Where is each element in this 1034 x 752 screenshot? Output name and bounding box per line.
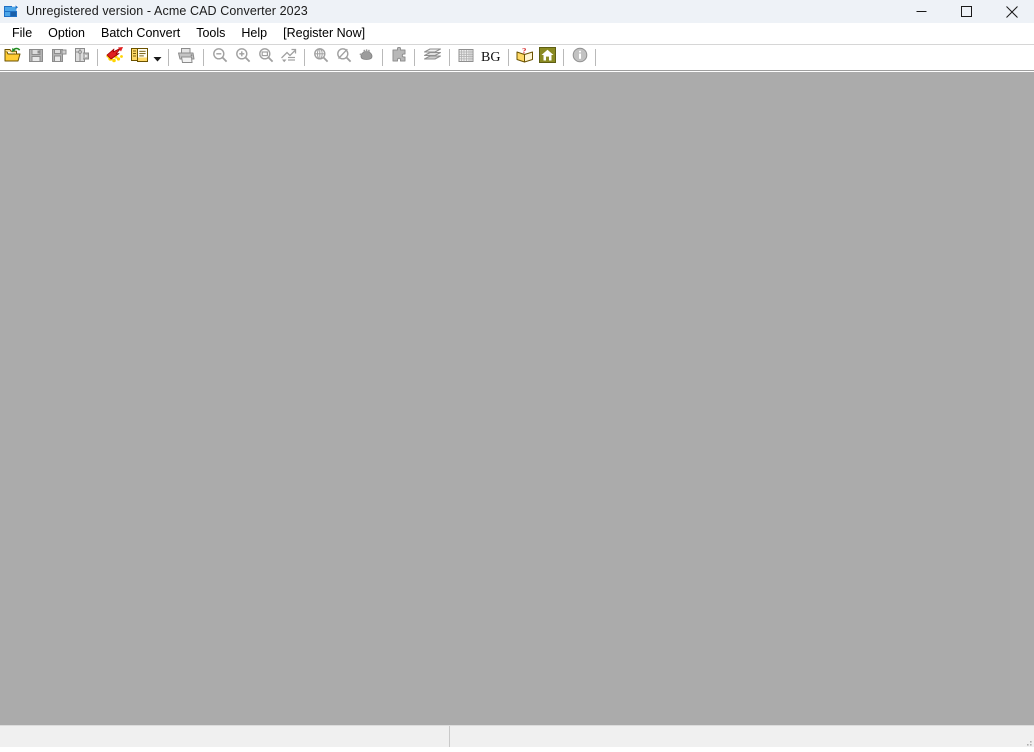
menu-batch-convert[interactable]: Batch Convert	[93, 23, 188, 44]
menu-register-now[interactable]: [Register Now]	[275, 23, 373, 44]
menu-help[interactable]: Help	[233, 23, 275, 44]
open-file-icon	[4, 47, 22, 68]
print-button[interactable]	[173, 46, 199, 69]
home-icon	[539, 47, 556, 68]
help-book-button[interactable]: ?	[513, 46, 536, 69]
application-window: Unregistered version - Acme CAD Converte…	[0, 0, 1034, 747]
toolbar: BG ?	[0, 44, 1034, 71]
batch-convert-dropdown-button[interactable]	[151, 46, 164, 69]
window-title: Unregistered version - Acme CAD Converte…	[26, 0, 308, 23]
zoom-all-icon	[313, 47, 329, 68]
title-bar: Unregistered version - Acme CAD Converte…	[0, 0, 1034, 23]
export-button[interactable]	[70, 46, 93, 69]
minimize-button[interactable]	[899, 0, 944, 23]
grid-background-icon	[458, 48, 474, 68]
about-info-button[interactable]	[568, 46, 591, 69]
zoom-out-button[interactable]	[208, 46, 231, 69]
svg-text:?: ?	[522, 47, 526, 56]
batch-convert-button[interactable]	[128, 46, 151, 69]
save-as-button[interactable]	[47, 46, 70, 69]
open-file-button[interactable]	[1, 46, 24, 69]
status-right-pane	[449, 726, 1034, 747]
export-icon	[74, 47, 90, 68]
toolbar-separator	[508, 49, 509, 66]
pan-button[interactable]	[355, 46, 378, 69]
cad-converter-app-icon	[3, 4, 19, 20]
batch-convert-icon	[131, 47, 149, 68]
layers-button[interactable]	[419, 46, 445, 69]
background-color-label[interactable]: BG	[477, 46, 504, 69]
zoom-extents-button[interactable]	[277, 46, 300, 69]
menu-tools[interactable]: Tools	[188, 23, 233, 44]
maximize-button[interactable]	[944, 0, 989, 23]
toolbar-separator	[449, 49, 450, 66]
save-button[interactable]	[24, 46, 47, 69]
zoom-extents-icon	[280, 47, 297, 68]
zoom-window-button[interactable]	[254, 46, 277, 69]
window-controls	[899, 0, 1034, 23]
about-info-icon	[572, 47, 588, 68]
drawing-canvas[interactable]	[0, 71, 1034, 725]
help-book-icon: ?	[516, 47, 534, 68]
menu-bar: File Option Batch Convert Tools Help [Re…	[0, 23, 1034, 44]
save-as-icon	[51, 47, 67, 68]
toolbar-separator	[414, 49, 415, 66]
zoom-window-icon	[258, 47, 274, 68]
toolbar-separator	[168, 49, 169, 66]
status-bar	[0, 725, 1034, 747]
zoom-all-button[interactable]	[309, 46, 332, 69]
chevron-down-icon	[153, 49, 162, 67]
toolbar-separator	[203, 49, 204, 66]
menu-option[interactable]: Option	[40, 23, 93, 44]
zoom-in-button[interactable]	[231, 46, 254, 69]
save-icon	[28, 47, 44, 68]
zoom-previous-button[interactable]	[332, 46, 355, 69]
puzzle-icon	[391, 47, 407, 68]
puzzle-button[interactable]	[387, 46, 410, 69]
convert-icon	[105, 46, 125, 69]
zoom-previous-icon	[336, 47, 352, 68]
pan-icon	[358, 48, 375, 67]
print-icon	[177, 47, 196, 69]
close-button[interactable]	[989, 0, 1034, 23]
convert-button[interactable]	[102, 46, 128, 69]
toolbar-separator	[563, 49, 564, 66]
zoom-out-icon	[212, 47, 228, 68]
toolbar-separator	[304, 49, 305, 66]
layers-icon	[423, 47, 442, 68]
grid-background-button[interactable]	[454, 46, 477, 69]
toolbar-separator	[382, 49, 383, 66]
zoom-in-icon	[235, 47, 251, 68]
home-button[interactable]	[536, 46, 559, 69]
status-left-pane	[0, 726, 449, 747]
toolbar-separator	[97, 49, 98, 66]
menu-file[interactable]: File	[4, 23, 40, 44]
resize-grip-icon[interactable]	[1021, 734, 1033, 746]
toolbar-separator	[595, 49, 596, 66]
